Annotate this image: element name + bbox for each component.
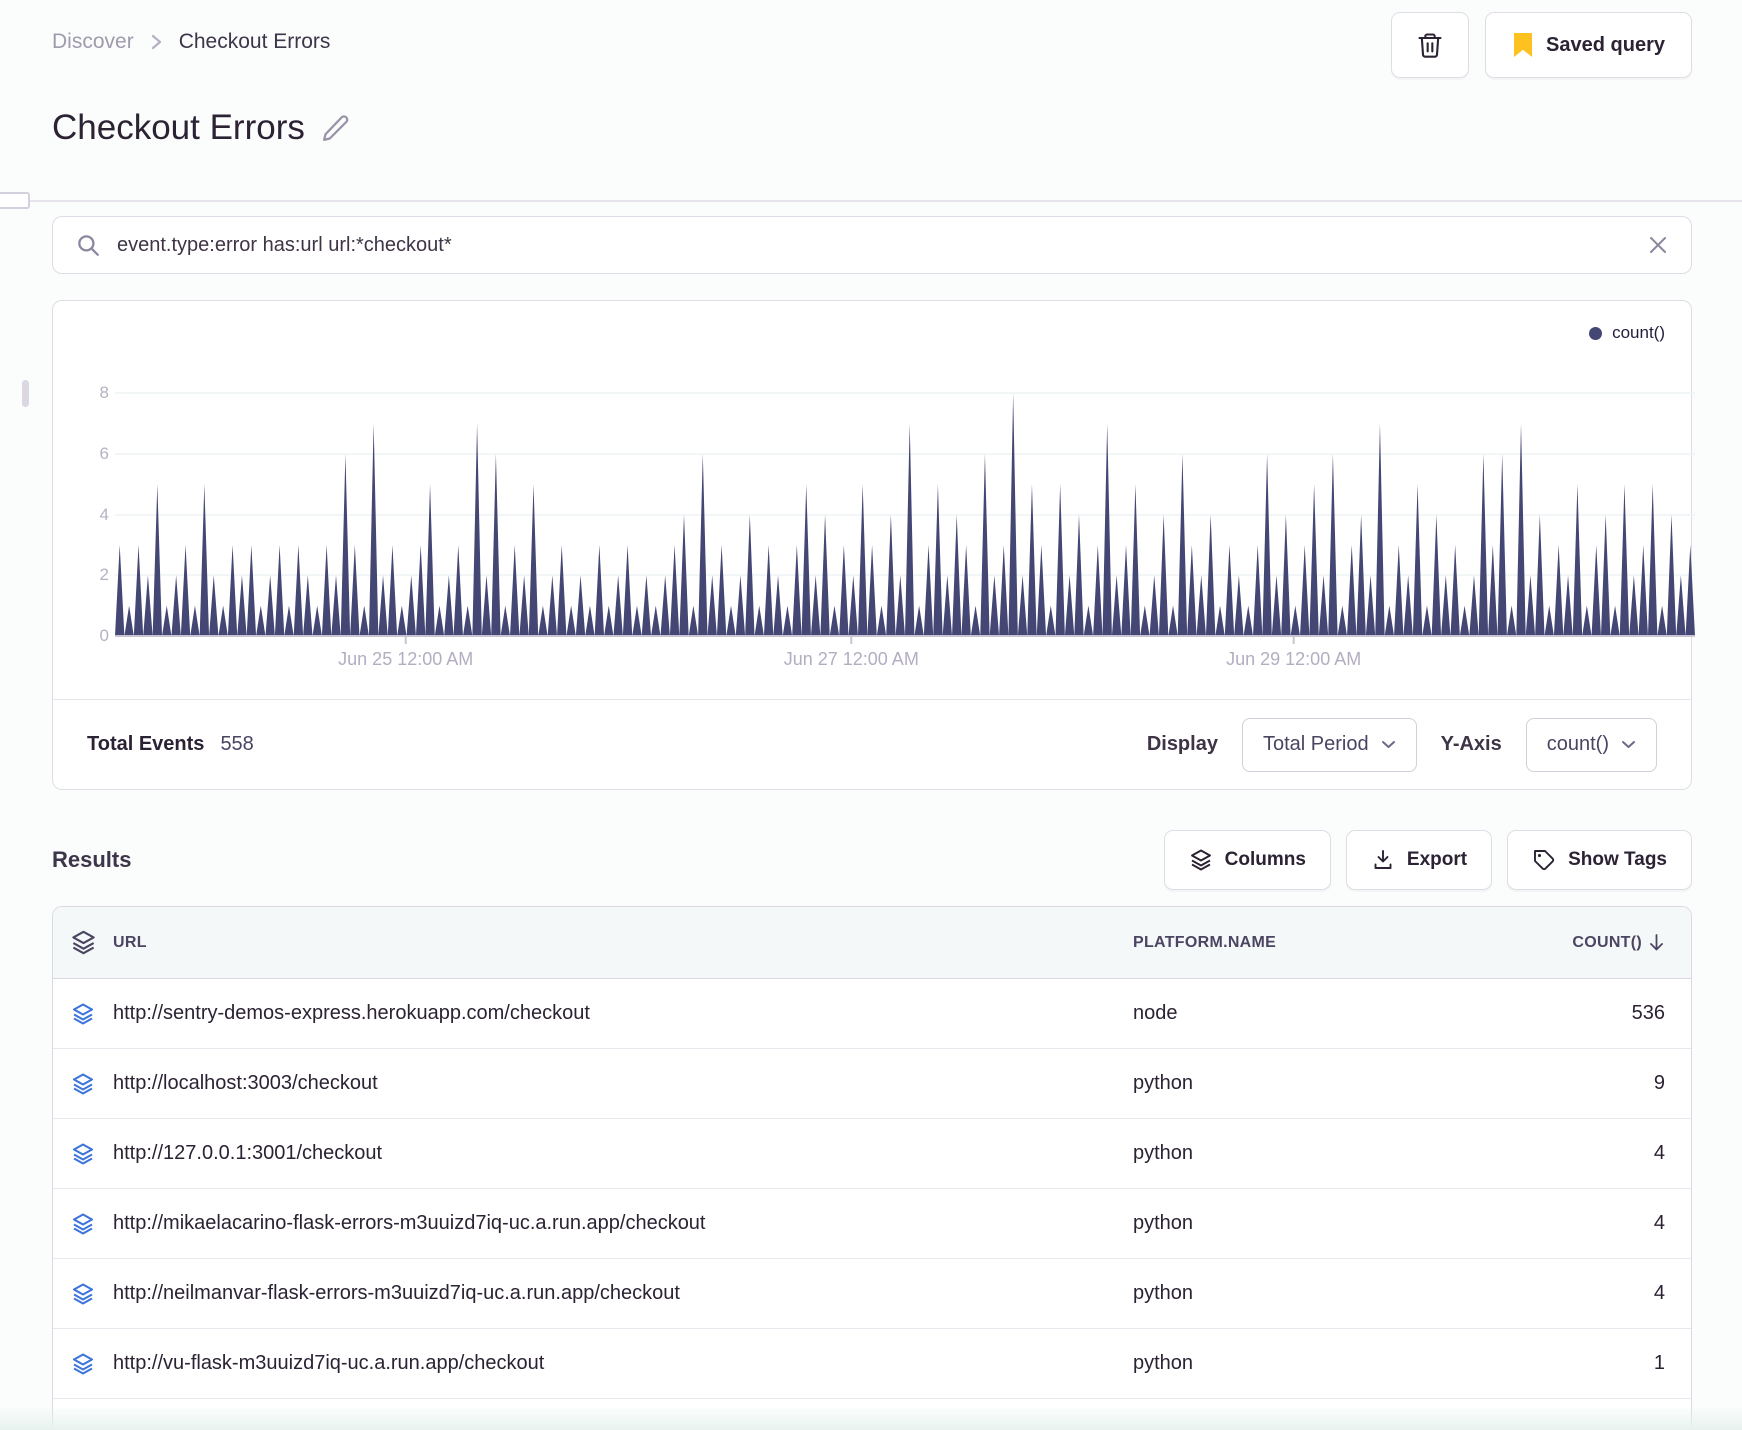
x-tick-label: Jun 25 12:00 AM xyxy=(338,649,474,669)
display-label: Display xyxy=(1146,733,1218,755)
show-tags-button[interactable]: Show Tags xyxy=(1507,830,1692,890)
row-platform: python xyxy=(1133,1142,1194,1164)
display-value: Total Period xyxy=(1262,733,1369,755)
saved-query-label: Saved query xyxy=(1546,33,1665,56)
y-tick: 2 xyxy=(99,565,109,584)
table-row: http://sentry-demos-express.herokuapp.co… xyxy=(53,979,1691,1049)
row-actions-button[interactable] xyxy=(53,1072,113,1096)
x-tick-label: Jun 27 12:00 AM xyxy=(783,649,919,669)
trash-icon xyxy=(1416,31,1444,59)
row-url[interactable]: http://vu-flask-m3uuizd7iq-uc.a.run.app/… xyxy=(113,1352,1133,1375)
y-tick: 0 xyxy=(99,626,109,645)
row-url[interactable]: http://sentry-demos-express.herokuapp.co… xyxy=(113,1002,1133,1025)
x-axis-ticks xyxy=(404,636,1295,644)
results-buttons: Columns Export Show Tags xyxy=(1163,830,1692,890)
row-count: 4 xyxy=(1653,1142,1665,1164)
page-title-text: Checkout Errors xyxy=(52,108,305,147)
y-tick: 6 xyxy=(99,444,109,463)
chart-footer: Total Events 558 Display Total Period Y-… xyxy=(53,699,1691,789)
chevron-down-icon xyxy=(1381,740,1396,749)
saved-query-button[interactable]: Saved query xyxy=(1485,12,1692,78)
tag-icon xyxy=(1532,848,1556,872)
chevron-right-icon xyxy=(150,32,163,52)
bookmark-icon xyxy=(1512,32,1534,58)
export-label: Export xyxy=(1406,849,1468,870)
results-header: Results Columns Export Show Tags xyxy=(52,828,1692,892)
breadcrumb: Discover Checkout Errors xyxy=(52,30,330,54)
delete-query-button[interactable] xyxy=(1391,12,1470,78)
row-platform: node xyxy=(1133,1002,1178,1024)
row-actions-button[interactable] xyxy=(53,1142,113,1166)
chart-controls: Display Total Period Y-Axis count() xyxy=(1146,717,1657,772)
top-actions: Saved query xyxy=(1391,12,1692,78)
layers-icon xyxy=(1189,848,1213,872)
row-url[interactable]: http://127.0.0.1:3001/checkout xyxy=(113,1142,1133,1165)
download-icon xyxy=(1371,848,1395,872)
clear-search-button[interactable] xyxy=(1647,234,1669,256)
edit-title-button[interactable] xyxy=(321,113,351,143)
yaxis-dropdown[interactable]: count() xyxy=(1525,717,1657,772)
x-tick-label: Jun 29 12:00 AM xyxy=(1226,649,1362,669)
total-events-value: 558 xyxy=(220,733,254,755)
row-platform: python xyxy=(1133,1282,1194,1304)
results-table: URL PLATFORM.NAME COUNT() http://sentry-… xyxy=(52,906,1692,1430)
row-actions-button[interactable] xyxy=(53,1002,113,1026)
header-layers-button[interactable] xyxy=(53,929,113,956)
total-events: Total Events 558 xyxy=(87,733,254,756)
y-tick: 8 xyxy=(99,383,109,402)
table-row: http://localhost:3003/checkout python 9 xyxy=(53,1049,1691,1119)
table-row: http://neilmanvar-flask-errors-m3uuizd7i… xyxy=(53,1259,1691,1329)
results-heading: Results xyxy=(52,847,132,872)
search-icon xyxy=(75,232,101,258)
column-header-count[interactable]: COUNT() xyxy=(1463,933,1691,952)
row-actions-button[interactable] xyxy=(53,1212,113,1236)
table-header-row: URL PLATFORM.NAME COUNT() xyxy=(53,907,1691,979)
row-count: 4 xyxy=(1653,1282,1665,1304)
events-chart-panel: count() 8 6 4 2 0 Jun 25 12:00 AM Jun 27… xyxy=(52,300,1695,790)
row-actions-button[interactable] xyxy=(53,1352,113,1376)
breadcrumb-current: Checkout Errors xyxy=(178,30,331,53)
chevron-down-icon xyxy=(1621,740,1636,749)
yaxis-label: Y-Axis xyxy=(1440,733,1502,755)
row-url[interactable]: http://mikaelacarino-flask-errors-m3uuiz… xyxy=(113,1212,1133,1235)
page-title: Checkout Errors xyxy=(52,108,351,148)
table-row: http://vu-flask-m3uuizd7iq-uc.a.run.app/… xyxy=(53,1329,1691,1399)
discover-page: Discover Checkout Errors Saved query Che… xyxy=(0,0,1742,1430)
row-platform: python xyxy=(1133,1212,1194,1234)
show-tags-label: Show Tags xyxy=(1568,849,1667,870)
row-url[interactable]: http://neilmanvar-flask-errors-m3uuizd7i… xyxy=(113,1282,1133,1305)
columns-button[interactable]: Columns xyxy=(1163,830,1331,890)
sidebar-drawer-handle[interactable] xyxy=(0,192,30,209)
arrow-down-icon xyxy=(1648,933,1665,952)
row-count: 1 xyxy=(1653,1352,1665,1374)
yaxis-value: count() xyxy=(1546,733,1609,755)
search-bar xyxy=(52,216,1692,274)
search-input[interactable] xyxy=(117,233,1631,257)
row-count: 536 xyxy=(1631,1002,1665,1024)
row-actions-button[interactable] xyxy=(53,1282,113,1306)
y-tick: 4 xyxy=(99,505,109,524)
edge-scroll-pill xyxy=(22,380,29,407)
header-divider xyxy=(0,200,1742,202)
events-bar-chart[interactable] xyxy=(115,331,1695,646)
export-button[interactable]: Export xyxy=(1345,830,1493,890)
total-events-label: Total Events xyxy=(87,733,205,755)
table-row: http://mikaelacarino-flask-errors-m3uuiz… xyxy=(53,1189,1691,1259)
display-dropdown[interactable]: Total Period xyxy=(1241,717,1417,772)
table-row: http://127.0.0.1:3001/checkout python 4 xyxy=(53,1119,1691,1189)
row-platform: python xyxy=(1133,1352,1194,1374)
columns-label: Columns xyxy=(1224,849,1306,870)
column-header-url[interactable]: URL xyxy=(113,934,1133,952)
breadcrumb-discover-link[interactable]: Discover xyxy=(52,30,134,54)
row-url[interactable]: http://localhost:3003/checkout xyxy=(113,1072,1133,1095)
row-platform: python xyxy=(1133,1072,1194,1094)
column-header-platform[interactable]: PLATFORM.NAME xyxy=(1133,934,1463,952)
results-table-body: http://sentry-demos-express.herokuapp.co… xyxy=(53,979,1691,1399)
row-count: 9 xyxy=(1653,1072,1665,1094)
row-count: 4 xyxy=(1653,1212,1665,1234)
